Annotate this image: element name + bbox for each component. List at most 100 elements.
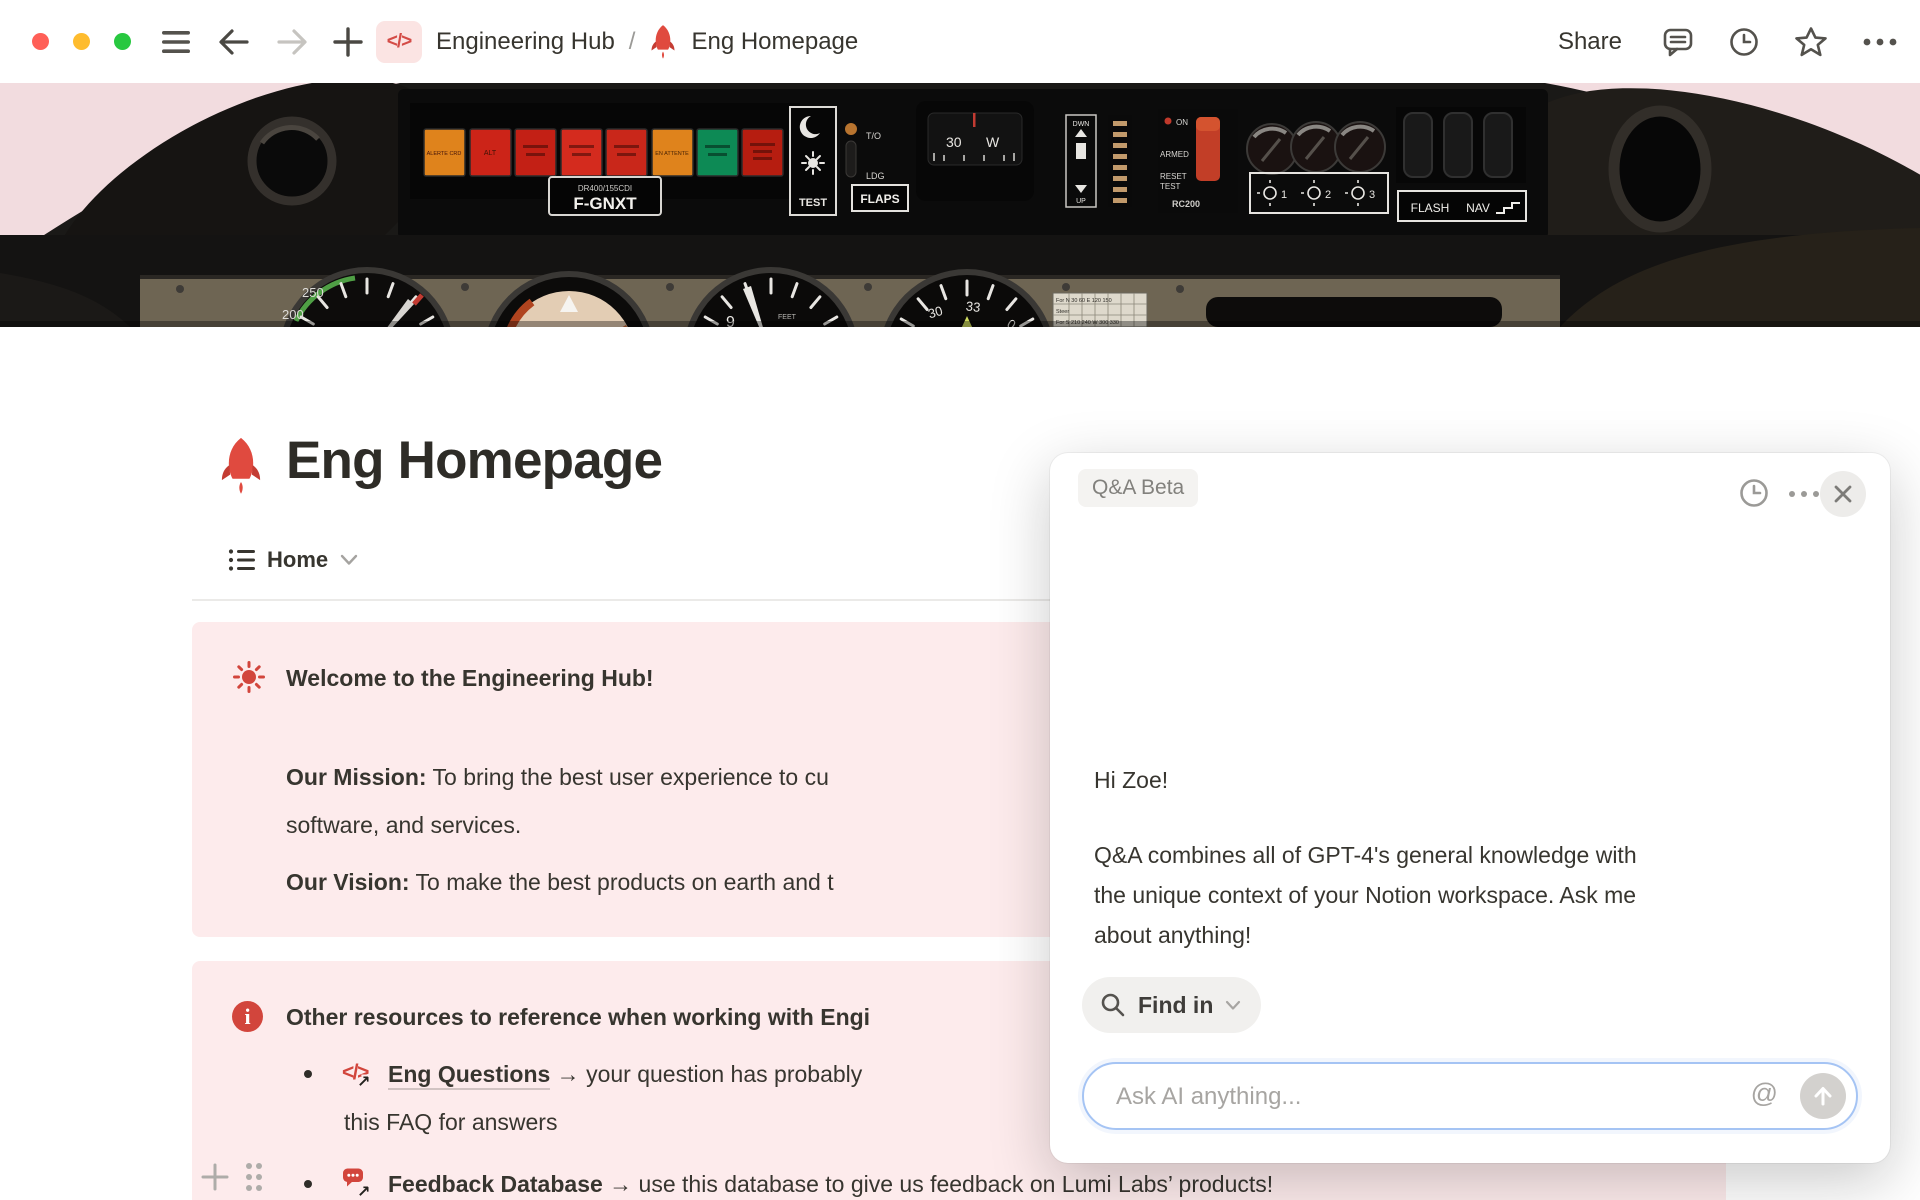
qa-description-line: about anything! — [1094, 915, 1637, 955]
svg-text:ON: ON — [1176, 118, 1188, 127]
bullet-eng-questions: Eng Questions → your question has probab… — [388, 1059, 862, 1089]
svg-text:DR400/155CDI: DR400/155CDI — [578, 184, 632, 193]
svg-text:3: 3 — [1369, 189, 1375, 201]
svg-text:200: 200 — [282, 307, 304, 322]
svg-text:T/O: T/O — [866, 131, 881, 141]
close-window-button[interactable] — [32, 33, 49, 50]
welcome-heading: Welcome to the Engineering Hub! — [286, 663, 654, 693]
svg-text:UP: UP — [1076, 198, 1086, 205]
chevron-down-icon — [340, 554, 358, 566]
page-rocket-icon — [214, 436, 268, 496]
breadcrumb: </> Engineering Hub / Eng Homepage — [376, 0, 858, 83]
svg-text:RESET: RESET — [1160, 172, 1187, 181]
mention-at-icon[interactable]: @ — [1751, 1078, 1778, 1109]
vision-line: Our Vision: To make the best products on… — [286, 867, 834, 897]
bullet-eng-questions-cont: this FAQ for answers — [344, 1107, 557, 1137]
notion-window: </> Engineering Hub / Eng Homepage Share — [0, 0, 1920, 1200]
svg-text:For N 30 60 E 120 150: For N 30 60 E 120 150 — [1056, 298, 1112, 304]
find-in-button[interactable]: Find in — [1082, 977, 1261, 1033]
drag-handle-icon[interactable] — [242, 1160, 266, 1197]
new-tab-plus-icon[interactable] — [322, 0, 374, 83]
find-in-label: Find in — [1138, 992, 1213, 1019]
breadcrumb-parent[interactable]: Engineering Hub — [436, 28, 615, 56]
svg-text:TEST: TEST — [799, 197, 827, 209]
svg-text:LDG: LDG — [866, 171, 885, 181]
svg-text:DWN: DWN — [1073, 121, 1090, 128]
eng-questions-code-icon: </> ↗ — [342, 1056, 374, 1088]
bullet-dot — [304, 1070, 312, 1078]
vision-text: To make the best products on earth and t — [410, 869, 834, 895]
engineering-hub-code-icon[interactable]: </> — [376, 21, 422, 63]
svg-text:Steer: Steer — [1056, 309, 1069, 315]
resources-heading: Other resources to reference when workin… — [286, 1002, 870, 1032]
qa-beta-badge: Q&A Beta — [1078, 469, 1198, 507]
feedback-chat-icon: ↗ — [342, 1166, 374, 1198]
qa-description: Q&A combines all of GPT-4's general know… — [1094, 835, 1637, 955]
qa-more-ellipsis-icon[interactable] — [1784, 486, 1824, 502]
bullet-dot — [304, 1180, 312, 1188]
sun-icon — [232, 660, 266, 694]
svg-text:ALT: ALT — [484, 150, 497, 157]
back-arrow-icon[interactable] — [208, 0, 260, 83]
qa-description-line: the unique context of your Notion worksp… — [1094, 875, 1637, 915]
qa-description-line: Q&A combines all of GPT-4's general know… — [1094, 835, 1637, 875]
sidebar-menu-icon[interactable] — [152, 0, 200, 83]
send-icon[interactable] — [1800, 1073, 1846, 1119]
ask-ai-input[interactable] — [1114, 1064, 1738, 1130]
traffic-lights — [32, 0, 131, 83]
svg-text:NAV: NAV — [1466, 201, 1490, 215]
rocket-icon — [649, 24, 677, 60]
info-icon: i — [232, 1001, 263, 1032]
svg-text:F-GNXT: F-GNXT — [573, 194, 637, 213]
mission-line-cont: software, and services. — [286, 810, 521, 840]
list-view-icon — [228, 547, 255, 573]
page-title: Eng Homepage — [286, 430, 662, 491]
svg-text:FLAPS: FLAPS — [860, 192, 899, 206]
svg-text:33: 33 — [965, 298, 981, 315]
svg-text:EN ATTENTE: EN ATTENTE — [655, 151, 689, 157]
svg-text:250: 250 — [302, 285, 324, 300]
breadcrumb-separator: / — [629, 28, 636, 56]
cover-image: ALERTE CRD ALT EN ATTENTE DR400/155CDI F… — [0, 83, 1920, 327]
svg-text:ALERTE CRD: ALERTE CRD — [427, 151, 462, 157]
mission-line: Our Mission: To bring the best user expe… — [286, 762, 829, 792]
topbar-actions: Share — [1552, 0, 1898, 83]
eng-questions-text: → your question has probably — [550, 1061, 862, 1087]
qa-assistant-panel: Q&A Beta Hi Zoe! Q&A combines all of GPT… — [1050, 453, 1890, 1163]
svg-text:ARMED: ARMED — [1160, 150, 1189, 159]
qa-greeting: Hi Zoe! — [1094, 767, 1168, 794]
breadcrumb-current[interactable]: Eng Homepage — [691, 28, 858, 56]
minimize-window-button[interactable] — [73, 33, 90, 50]
chevron-down-icon — [1225, 1000, 1241, 1011]
mission-text: To bring the best user experience to cu — [427, 764, 829, 790]
feedback-database-link[interactable]: Feedback Database — [388, 1171, 603, 1198]
view-tab-label: Home — [267, 547, 328, 573]
open-page-arrow-icon: ↗ — [357, 1178, 370, 1200]
qa-history-clock-icon[interactable] — [1736, 475, 1772, 511]
mission-label: Our Mission: — [286, 764, 427, 790]
more-ellipsis-icon[interactable] — [1862, 37, 1898, 47]
add-block-plus-icon[interactable] — [200, 1162, 230, 1195]
history-clock-icon[interactable] — [1728, 26, 1760, 58]
svg-text:1: 1 — [1281, 189, 1287, 201]
svg-text:W: W — [986, 134, 1000, 150]
svg-text:FLASH: FLASH — [1411, 201, 1450, 215]
bullet-feedback: Feedback Database → use this database to… — [388, 1169, 1273, 1199]
feedback-text: → use this database to give us feedback … — [603, 1171, 1273, 1197]
ask-ai-input-container: @ — [1082, 1062, 1858, 1130]
favorite-star-icon[interactable] — [1794, 26, 1828, 58]
share-button[interactable]: Share — [1552, 27, 1628, 57]
tab-home-view[interactable]: Home — [222, 546, 364, 574]
search-icon — [1100, 992, 1126, 1018]
zoom-window-button[interactable] — [114, 33, 131, 50]
eng-questions-link[interactable]: Eng Questions — [388, 1061, 550, 1090]
topbar: </> Engineering Hub / Eng Homepage Share — [0, 0, 1920, 83]
svg-text:RC200: RC200 — [1172, 199, 1200, 209]
forward-arrow-icon[interactable] — [266, 0, 318, 83]
comments-icon[interactable] — [1662, 26, 1694, 58]
qa-close-icon[interactable] — [1820, 471, 1866, 517]
svg-text:FEET: FEET — [778, 314, 797, 321]
svg-text:2: 2 — [1325, 189, 1331, 201]
open-page-arrow-icon: ↗ — [357, 1068, 370, 1098]
svg-text:30: 30 — [946, 134, 962, 150]
